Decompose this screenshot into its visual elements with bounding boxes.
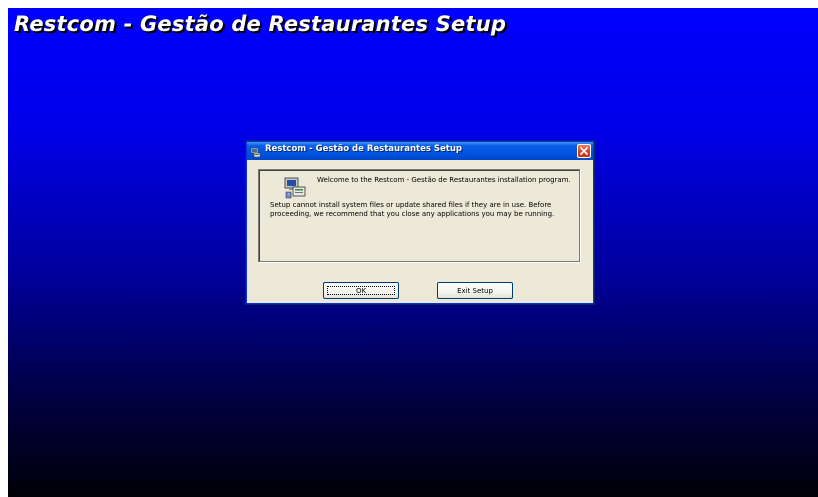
- setup-app-icon: [250, 145, 262, 158]
- exit-setup-button[interactable]: Exit Setup: [437, 282, 513, 299]
- setup-dialog: Restcom - Gestão de Restaurantes Setup W…: [246, 141, 594, 304]
- close-x-icon: [580, 147, 588, 155]
- ok-button-label: OK: [355, 286, 367, 295]
- warning-message: Setup cannot install system files or upd…: [270, 201, 555, 218]
- exit-setup-button-label: Exit Setup: [457, 286, 493, 295]
- setup-background-title: Restcom - Gestão de Restaurantes Setup: [14, 12, 507, 36]
- ok-button[interactable]: OK: [323, 282, 399, 299]
- message-frame: Welcome to the Restcom - Gestão de Resta…: [258, 169, 580, 262]
- setup-background: Restcom - Gestão de Restaurantes Setup R…: [8, 8, 818, 497]
- dialog-title: Restcom - Gestão de Restaurantes Setup: [265, 144, 462, 154]
- close-button[interactable]: [577, 144, 591, 158]
- dialog-titlebar[interactable]: Restcom - Gestão de Restaurantes Setup: [247, 142, 593, 160]
- computer-setup-icon: [283, 176, 307, 200]
- welcome-message: Welcome to the Restcom - Gestão de Resta…: [317, 176, 571, 184]
